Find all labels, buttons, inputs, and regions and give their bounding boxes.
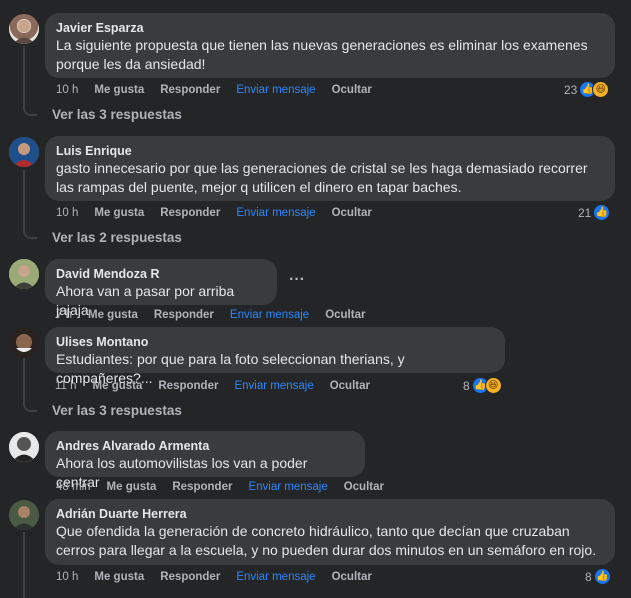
comment-bubble: Javier Esparza La siguiente propuesta qu… xyxy=(45,13,615,78)
reaction-count: 21 xyxy=(578,205,592,220)
reactions-summary[interactable]: 21 👍 xyxy=(578,204,611,221)
send-message-link[interactable]: Enviar mensaje xyxy=(248,479,327,495)
thread-connector xyxy=(23,104,37,116)
comment-author[interactable]: Adrián Duarte Herrera xyxy=(56,506,604,522)
comment-actions: 11 h Me gusta Responder Enviar mensaje O… xyxy=(55,378,386,394)
reply-button[interactable]: Responder xyxy=(158,378,218,394)
send-message-link[interactable]: Enviar mensaje xyxy=(234,378,313,394)
comment-actions: 10 h Me gusta Responder Enviar mensaje O… xyxy=(56,205,388,221)
reaction-count: 23 xyxy=(564,82,578,97)
avatar[interactable] xyxy=(9,432,39,462)
like-button[interactable]: Me gusta xyxy=(107,479,157,495)
thread-connector xyxy=(23,227,37,239)
comment-time[interactable]: 10 h xyxy=(56,569,78,585)
hide-button[interactable]: Ocultar xyxy=(325,307,365,323)
reply-button[interactable]: Responder xyxy=(160,569,220,585)
user-avatar-icon xyxy=(9,328,39,358)
user-avatar-icon xyxy=(9,432,39,462)
comment-actions: 48 min Me gusta Responder Enviar mensaje… xyxy=(56,479,400,495)
haha-icon: 😆 xyxy=(484,377,502,394)
like-button[interactable]: Me gusta xyxy=(94,82,144,98)
view-replies-link[interactable]: Ver las 2 respuestas xyxy=(52,230,182,245)
hide-button[interactable]: Ocultar xyxy=(332,569,372,585)
comment-text: gasto innecesario por que las generacion… xyxy=(56,160,588,195)
comment-time[interactable]: 11 h xyxy=(55,378,77,394)
avatar[interactable] xyxy=(9,500,39,530)
comment-author[interactable]: Javier Esparza xyxy=(56,20,604,36)
comment-author[interactable]: Luis Enrique xyxy=(56,143,604,159)
comment-text: Que ofendida la generación de concreto h… xyxy=(56,523,597,558)
hide-button[interactable]: Ocultar xyxy=(344,479,384,495)
reaction-count: 8 xyxy=(463,378,470,393)
like-button[interactable]: Me gusta xyxy=(88,307,138,323)
reactions-summary[interactable]: 8 👍 😆 xyxy=(463,377,502,394)
view-replies-link[interactable]: Ver las 3 respuestas xyxy=(52,107,182,122)
avatar[interactable] xyxy=(9,328,39,358)
hide-button[interactable]: Ocultar xyxy=(332,82,372,98)
avatar[interactable] xyxy=(9,137,39,167)
comment-bubble: Luis Enrique gasto innecesario por que l… xyxy=(45,136,615,201)
comment-time[interactable]: 7 h xyxy=(56,307,72,323)
user-avatar-icon xyxy=(9,259,39,289)
like-icon: 👍 xyxy=(593,568,611,585)
comment-author[interactable]: Ulises Montano xyxy=(56,334,494,350)
reply-button[interactable]: Responder xyxy=(154,307,214,323)
avatar[interactable] xyxy=(9,14,39,44)
view-replies-link[interactable]: Ver las 3 respuestas xyxy=(52,403,182,418)
like-button[interactable]: Me gusta xyxy=(94,205,144,221)
reactions-summary[interactable]: 23 👍 😆 xyxy=(564,81,610,98)
comment-actions: 10 h Me gusta Responder Enviar mensaje O… xyxy=(56,82,388,98)
more-options-icon[interactable]: ··· xyxy=(289,271,305,289)
comment-actions: 10 h Me gusta Responder Enviar mensaje O… xyxy=(56,569,388,585)
comment-bubble: Andres Alvarado Armenta Ahora los automo… xyxy=(45,431,365,490)
comment-time[interactable]: 48 min xyxy=(56,479,91,495)
comment-author[interactable]: David Mendoza R xyxy=(56,266,266,282)
comment-author[interactable]: Andres Alvarado Armenta xyxy=(56,438,354,454)
comment-bubble: Ulises Montano Estudiantes: por que para… xyxy=(45,327,505,386)
comment-text: La siguiente propuesta que tienen las nu… xyxy=(56,37,588,72)
user-avatar-icon xyxy=(13,20,35,44)
send-message-link[interactable]: Enviar mensaje xyxy=(236,569,315,585)
send-message-link[interactable]: Enviar mensaje xyxy=(236,205,315,221)
thread-line xyxy=(23,358,25,400)
reactions-summary[interactable]: 8 👍 xyxy=(585,568,611,585)
comment-bubble: David Mendoza R Ahora van a pasar por ar… xyxy=(45,259,277,318)
reply-button[interactable]: Responder xyxy=(160,205,220,221)
send-message-link[interactable]: Enviar mensaje xyxy=(230,307,309,323)
hide-button[interactable]: Ocultar xyxy=(330,378,370,394)
haha-icon: 😆 xyxy=(592,81,610,98)
comment-bubble: Adrián Duarte Herrera Que ofendida la ge… xyxy=(45,499,615,565)
thread-line xyxy=(23,170,25,227)
user-avatar-icon xyxy=(9,500,39,530)
reply-button[interactable]: Responder xyxy=(160,82,220,98)
thread-line xyxy=(23,46,25,104)
reply-button[interactable]: Responder xyxy=(172,479,232,495)
like-button[interactable]: Me gusta xyxy=(93,378,143,394)
reaction-count: 8 xyxy=(585,569,592,584)
thread-connector xyxy=(23,400,37,412)
send-message-link[interactable]: Enviar mensaje xyxy=(236,82,315,98)
comment-time[interactable]: 10 h xyxy=(56,82,78,98)
hide-button[interactable]: Ocultar xyxy=(332,205,372,221)
thread-line xyxy=(23,532,25,598)
like-icon: 👍 xyxy=(593,204,611,221)
avatar[interactable] xyxy=(9,259,39,289)
comment-actions: 7 h Me gusta Responder Enviar mensaje Oc… xyxy=(56,307,381,323)
comment-time[interactable]: 10 h xyxy=(56,205,78,221)
user-avatar-icon xyxy=(9,137,39,167)
like-button[interactable]: Me gusta xyxy=(94,569,144,585)
